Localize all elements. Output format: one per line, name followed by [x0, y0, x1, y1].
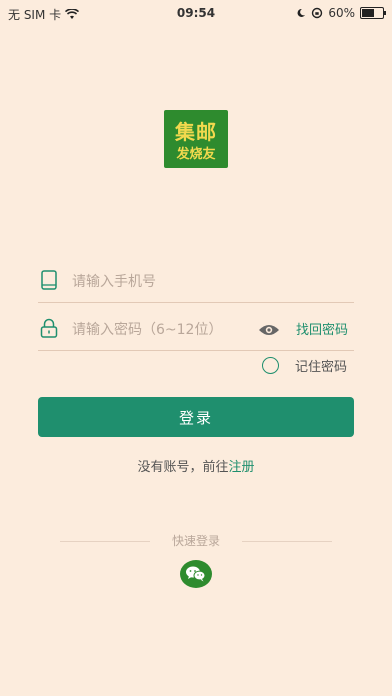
status-bar: 无 SIM 卡 09:54 60%	[0, 0, 392, 26]
quick-login-divider: 快速登录	[60, 532, 332, 550]
find-password-link[interactable]: 找回密码	[296, 319, 348, 338]
moon-icon	[297, 8, 306, 17]
password-field: 找回密码	[38, 310, 354, 351]
remember-label: 记住密码	[295, 360, 348, 375]
battery-fill	[362, 9, 374, 17]
register-link[interactable]: 注册	[229, 460, 255, 475]
logo-title: 集邮	[175, 120, 217, 144]
lock-icon	[40, 318, 58, 338]
register-row: 没有账号，前往注册	[0, 456, 392, 475]
divider-line-right	[242, 541, 332, 542]
eye-icon[interactable]	[258, 323, 280, 337]
wechat-icon	[186, 566, 206, 582]
logo-subtitle: 发烧友	[176, 147, 216, 162]
remember-password[interactable]: 记住密码	[262, 356, 347, 375]
login-button[interactable]: 登录	[38, 397, 354, 437]
wechat-login-button[interactable]	[180, 560, 212, 588]
status-right: 60%	[296, 6, 386, 20]
password-input[interactable]	[70, 318, 264, 342]
phone-field	[38, 262, 354, 303]
phone-input[interactable]	[70, 270, 264, 294]
phone-icon	[41, 270, 57, 290]
register-prompt: 没有账号，前往	[137, 460, 229, 475]
app-logo: 集邮 发烧友	[164, 110, 228, 168]
rotation-lock-icon	[312, 7, 323, 19]
battery-percent: 60%	[328, 6, 355, 20]
remember-checkbox[interactable]	[262, 357, 279, 374]
battery-icon	[360, 7, 386, 19]
